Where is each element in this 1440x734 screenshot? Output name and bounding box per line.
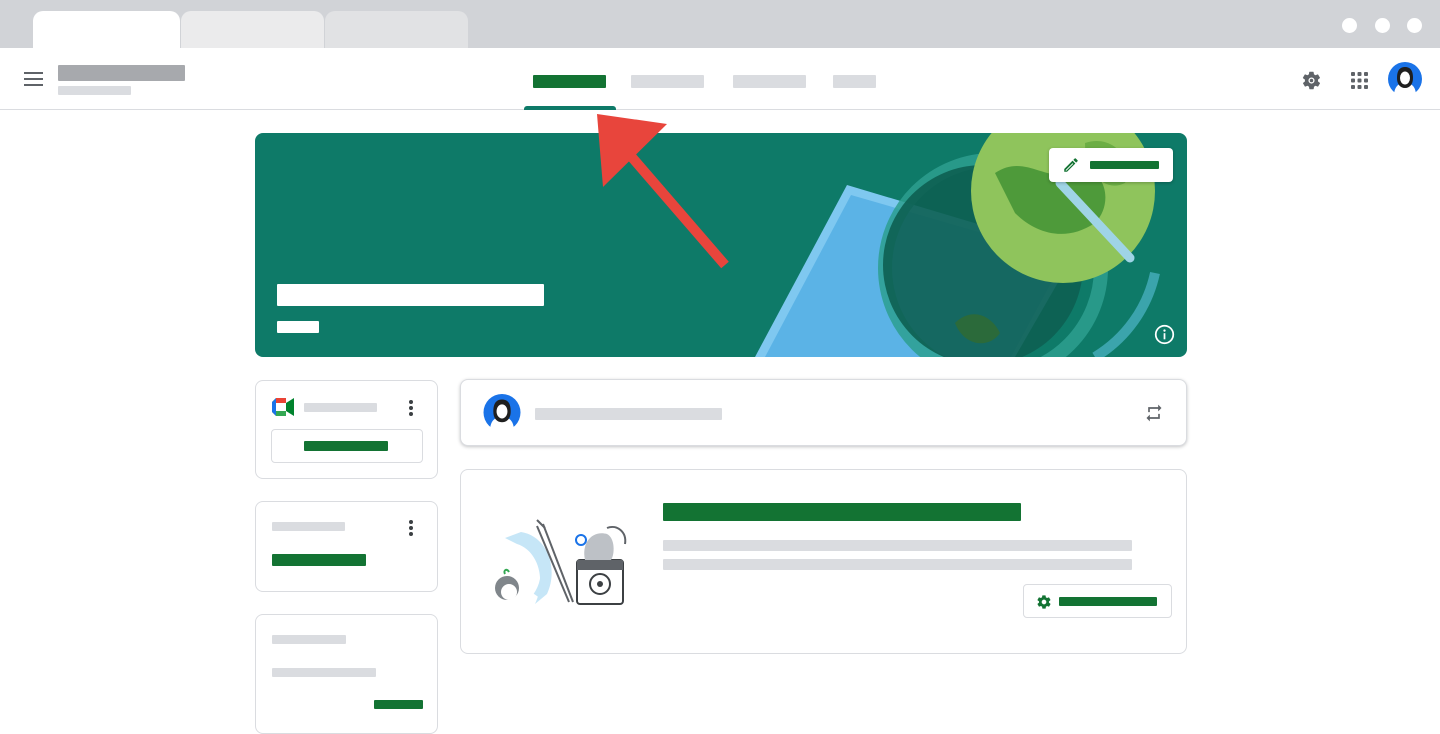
class-code-card <box>255 614 438 734</box>
upcoming-card <box>255 501 438 592</box>
avatar <box>483 394 521 431</box>
gear-icon <box>1037 595 1051 609</box>
banner-title <box>277 284 544 306</box>
meet-card <box>255 380 438 479</box>
info-card-body-line <box>663 540 1132 551</box>
customize-button[interactable] <box>1049 148 1173 182</box>
pencil-icon <box>1064 158 1078 172</box>
class-code-card-title <box>272 635 346 644</box>
tab-people[interactable] <box>724 48 816 110</box>
info-card-heading <box>663 503 1021 521</box>
browser-tab[interactable] <box>181 11 324 48</box>
google-meet-icon <box>272 398 294 416</box>
generate-link-label <box>304 441 388 451</box>
class-name <box>58 65 185 81</box>
tab-label <box>533 75 606 88</box>
manage-button[interactable] <box>1023 584 1172 618</box>
tab-label <box>733 75 806 88</box>
avatar[interactable] <box>1388 62 1422 96</box>
illustration-image <box>495 519 627 605</box>
class-section <box>58 86 131 95</box>
browser-tab-active[interactable] <box>33 11 180 48</box>
tab-stream[interactable] <box>524 48 616 110</box>
tab-label <box>833 75 876 88</box>
gear-icon[interactable] <box>1301 70 1322 91</box>
upcoming-card-title <box>272 522 345 531</box>
generate-link-button[interactable] <box>271 429 423 463</box>
info-card-body-line <box>663 559 1132 570</box>
banner-subtitle <box>277 321 319 333</box>
annotation-arrow <box>597 114 729 269</box>
browser-tab[interactable] <box>325 11 468 48</box>
window-close-button[interactable] <box>1407 18 1422 33</box>
window-maximize-button[interactable] <box>1375 18 1390 33</box>
app-header <box>0 48 1440 110</box>
tab-grades[interactable] <box>824 48 884 110</box>
tab-classwork[interactable] <box>622 48 714 110</box>
more-options-icon[interactable] <box>409 520 413 538</box>
window-minimize-button[interactable] <box>1342 18 1357 33</box>
announce-placeholder <box>535 408 722 420</box>
customize-label <box>1090 161 1159 169</box>
more-options-icon[interactable] <box>409 400 413 418</box>
info-card <box>460 469 1187 654</box>
upcoming-card-value <box>272 554 366 566</box>
tab-label <box>631 75 704 88</box>
class-code-card-link[interactable] <box>374 700 423 709</box>
info-icon[interactable] <box>1154 324 1175 345</box>
manage-button-label <box>1059 597 1157 606</box>
apps-grid-icon[interactable] <box>1351 72 1368 89</box>
browser-chrome <box>0 0 1440 48</box>
repost-icon[interactable] <box>1144 403 1164 423</box>
meet-card-title <box>304 403 377 412</box>
class-code-card-line <box>272 668 376 677</box>
announce-box[interactable] <box>460 379 1187 446</box>
hamburger-menu-icon[interactable] <box>24 72 43 86</box>
